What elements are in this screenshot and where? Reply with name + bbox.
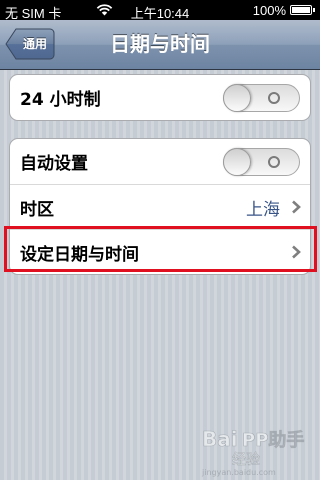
row-set-automatically: 自动设置 [10, 139, 310, 184]
toggle-off-icon [268, 156, 280, 168]
toggle-knob [223, 84, 251, 112]
row-label: 自动设置 [20, 154, 88, 174]
settings-group-datetime: 自动设置 时区 上海 设定日期与时间 [9, 138, 311, 275]
status-bar: 无 SIM 卡 上午10:44 100% [0, 0, 320, 21]
toggle-off-icon [268, 92, 280, 104]
time-zone-value: 上海 [246, 199, 280, 220]
svg-text:Bai: Bai [202, 427, 238, 451]
row-set-date-time[interactable]: 设定日期与时间 [10, 229, 310, 274]
row-label: 24 小时制 [20, 90, 101, 110]
24-hour-toggle[interactable] [223, 84, 300, 112]
chevron-right-icon [292, 245, 301, 259]
set-automatically-toggle[interactable] [223, 148, 300, 176]
row-24-hour-time: 24 小时制 [10, 75, 310, 120]
navigation-bar: 通用 日期与时间 [0, 20, 320, 70]
svg-text:经验: 经验 [232, 452, 260, 468]
settings-group-24h: 24 小时制 [9, 74, 311, 121]
toggle-knob [223, 148, 251, 176]
chevron-right-icon [292, 200, 301, 214]
page-title: 日期与时间 [110, 32, 210, 56]
svg-text:PP助手: PP助手 [242, 429, 304, 451]
battery-percent: 100% [252, 3, 286, 18]
row-label: 设定日期与时间 [20, 244, 139, 265]
svg-text:jingyan.baidu.com: jingyan.baidu.com [201, 468, 276, 477]
watermark-logo: Bai PP助手 经验 jingyan.baidu.com [201, 427, 305, 477]
row-label: 时区 [20, 199, 54, 220]
battery-icon [290, 5, 315, 15]
row-time-zone[interactable]: 时区 上海 [10, 184, 310, 229]
